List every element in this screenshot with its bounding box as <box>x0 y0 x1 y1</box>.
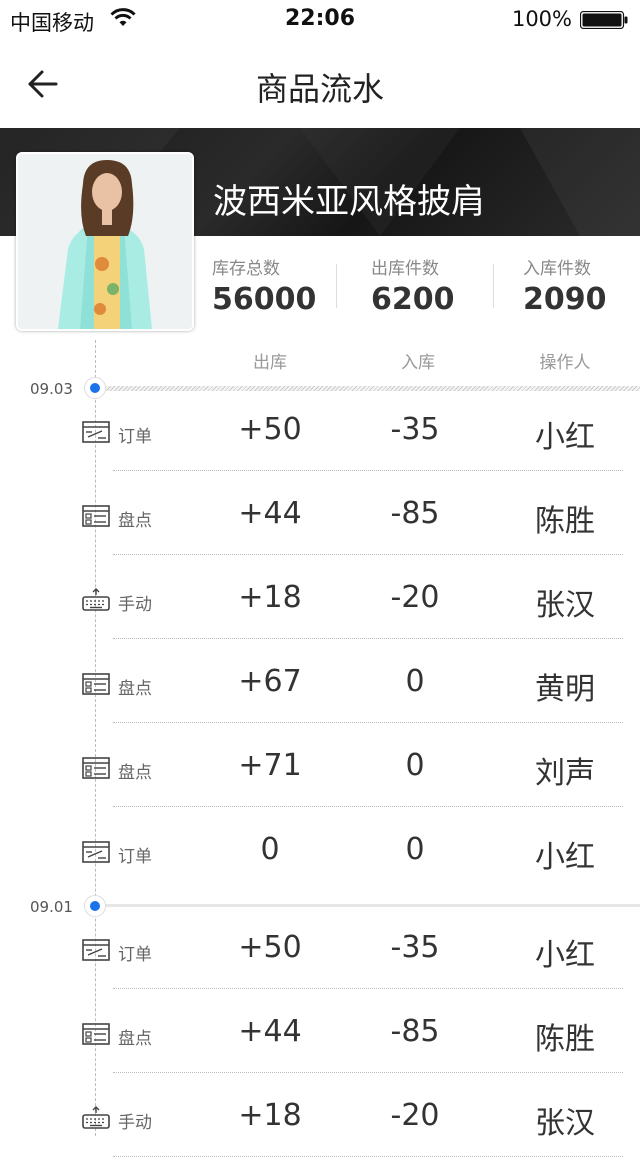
record-type: 订单 <box>118 427 152 447</box>
operator-name: 小红 <box>535 938 595 973</box>
row-divider <box>113 638 623 639</box>
order-icon <box>82 938 110 962</box>
record-type: 盘点 <box>118 679 152 699</box>
stat-value: 56000 <box>212 282 317 317</box>
stock-stats: 库存总数 56000 出库件数 6200 入库件数 2090 <box>190 258 640 324</box>
stat-divider <box>336 264 337 308</box>
stat-value: 6200 <box>371 282 455 317</box>
outbound-qty: +50 <box>238 412 302 447</box>
outbound-qty: +18 <box>238 580 302 615</box>
inbound-qty: -35 <box>390 930 440 965</box>
inbound-qty: -85 <box>390 496 440 531</box>
row-divider <box>113 554 623 555</box>
outbound-qty: +50 <box>238 930 302 965</box>
inventory-icon <box>82 756 110 780</box>
operator-name: 陈胜 <box>535 1022 595 1057</box>
flow-record-row[interactable]: 订单 0 0 小红 <box>0 808 640 892</box>
record-type: 订单 <box>118 945 152 965</box>
nav-bar: 商品流水 <box>0 40 640 128</box>
inbound-qty: -85 <box>390 1014 440 1049</box>
product-image[interactable] <box>16 152 194 331</box>
stat-value: 2090 <box>523 282 607 317</box>
outbound-qty: +44 <box>238 496 302 531</box>
order-icon <box>82 840 110 864</box>
operator-name: 小红 <box>535 420 595 455</box>
outbound-qty: +44 <box>238 1014 302 1049</box>
outbound-qty: 0 <box>260 832 280 867</box>
inbound-qty: -35 <box>390 412 440 447</box>
record-type: 盘点 <box>118 763 152 783</box>
record-type: 手动 <box>118 1113 152 1133</box>
inbound-qty: 0 <box>405 748 425 783</box>
flow-record-row[interactable]: 盘点 +44 -85 陈胜 <box>0 990 640 1074</box>
operator-name: 黄明 <box>535 672 595 707</box>
operator-name: 陈胜 <box>535 504 595 539</box>
row-divider <box>113 806 623 807</box>
battery-icon <box>579 10 628 30</box>
flow-record-row[interactable]: 盘点 +44 -85 陈胜 <box>0 472 640 556</box>
stat-inbound: 入库件数 2090 <box>523 258 607 318</box>
inbound-qty: -20 <box>390 580 440 615</box>
stat-label: 入库件数 <box>523 259 591 279</box>
flow-record-row[interactable]: 手动 +18 -20 张汉 <box>0 556 640 640</box>
keyboard-icon <box>82 1106 110 1130</box>
row-divider <box>113 722 623 723</box>
row-divider <box>113 988 623 989</box>
outbound-qty: +18 <box>238 1098 302 1133</box>
operator-name: 张汉 <box>535 1106 595 1141</box>
outbound-qty: +67 <box>238 664 302 699</box>
product-photo <box>18 154 192 329</box>
keyboard-icon <box>82 588 110 612</box>
inventory-icon <box>82 504 110 528</box>
flow-record-row[interactable]: 订单 +50 -35 小红 <box>0 388 640 472</box>
row-divider <box>113 1156 623 1157</box>
stat-outbound: 出库件数 6200 <box>371 258 455 318</box>
order-icon <box>82 420 110 444</box>
column-header-operator: 操作人 <box>539 353 591 373</box>
outbound-qty: +71 <box>238 748 302 783</box>
record-type: 盘点 <box>118 511 152 531</box>
stat-label: 出库件数 <box>371 259 439 279</box>
page-title: 商品流水 <box>255 70 384 108</box>
flow-record-row[interactable]: 盘点 +67 0 黄明 <box>0 640 640 724</box>
flow-record-row[interactable]: 手动 +18 -20 张汉 <box>0 1074 640 1158</box>
stat-label: 库存总数 <box>212 259 280 279</box>
flow-record-row[interactable]: 订单 +50 -35 小红 <box>0 906 640 990</box>
stat-total-stock: 库存总数 56000 <box>212 258 316 318</box>
operator-name: 张汉 <box>535 588 595 623</box>
inbound-qty: 0 <box>405 832 425 867</box>
flow-record-row[interactable]: 盘点 +71 0 刘声 <box>0 724 640 808</box>
column-header-out: 出库 <box>253 353 287 373</box>
operator-name: 刘声 <box>535 756 595 791</box>
stat-divider <box>493 264 494 308</box>
row-divider <box>113 1072 623 1073</box>
column-header-in: 入库 <box>401 353 435 373</box>
record-type: 订单 <box>118 847 152 867</box>
product-name: 波西米亚风格披肩 <box>213 182 485 222</box>
battery-percent: 100% <box>511 7 572 31</box>
inventory-icon <box>82 672 110 696</box>
inbound-qty: 0 <box>405 664 425 699</box>
operator-name: 小红 <box>535 840 595 875</box>
record-type: 盘点 <box>118 1029 152 1049</box>
row-divider <box>113 470 623 471</box>
inbound-qty: -20 <box>390 1098 440 1133</box>
inventory-icon <box>82 1022 110 1046</box>
status-bar: 中国移动 22:06 100% <box>0 0 640 40</box>
record-type: 手动 <box>118 595 152 615</box>
